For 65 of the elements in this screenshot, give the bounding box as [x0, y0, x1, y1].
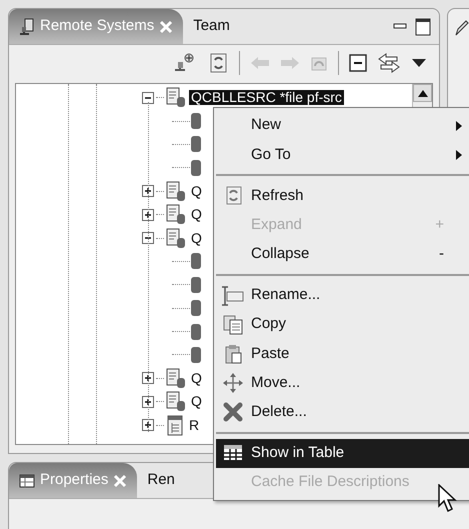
member-icon [190, 251, 202, 272]
close-icon[interactable] [159, 20, 174, 34]
member-icon [190, 158, 202, 178]
view-menu-icon[interactable] [411, 58, 427, 68]
remote-systems-icon [19, 18, 35, 36]
delete-icon [223, 402, 243, 422]
tree-item-label[interactable]: Q [189, 230, 204, 246]
collapse-toggle-icon[interactable] [142, 232, 154, 244]
source-file-icon [166, 368, 186, 389]
tree-item-label[interactable]: Q [189, 207, 204, 222]
menu-item[interactable]: Show in Table [216, 438, 469, 468]
close-icon[interactable] [113, 474, 128, 488]
link-arrows-icon[interactable] [377, 52, 401, 74]
menu-item[interactable]: Refresh [216, 181, 469, 211]
expand-toggle-icon[interactable] [142, 372, 154, 384]
minimize-icon[interactable] [393, 22, 407, 30]
menu-item[interactable]: Go To [216, 140, 469, 170]
plus-icon [144, 187, 152, 196]
source-file-icon [166, 180, 186, 202]
shortcut-text: + [435, 214, 445, 235]
member-icon [190, 111, 202, 132]
menu-item[interactable]: Rename... [216, 280, 469, 310]
scroll-up-icon[interactable] [418, 90, 428, 96]
menu-item[interactable]: Paste [216, 339, 469, 368]
pencil-icon [454, 19, 469, 37]
collapse-toggle-icon[interactable] [142, 92, 154, 104]
move-icon [223, 373, 243, 394]
member-icon [190, 322, 202, 342]
shortcut-text: - [439, 244, 445, 264]
plus-icon [144, 210, 152, 219]
tree-item-label[interactable]: R [187, 418, 202, 433]
view-tab[interactable]: Ren [137, 463, 185, 498]
copy-icon [223, 314, 243, 335]
tree-item-label[interactable]: Q [189, 394, 204, 410]
paste-icon [223, 344, 243, 364]
tree-item-label[interactable]: Q [189, 370, 204, 386]
maximize-icon[interactable] [415, 18, 431, 36]
source-file-icon [166, 87, 186, 108]
expand-toggle-icon[interactable] [142, 208, 154, 221]
menu-item[interactable]: Collapse - [216, 240, 469, 269]
tree-item-label[interactable]: QCBLLESRC *file pf-src [189, 90, 344, 106]
menu-item[interactable]: Delete... [216, 398, 469, 427]
member-icon [190, 134, 202, 154]
menu-item[interactable]: Move... [216, 368, 469, 398]
plus-icon [144, 421, 152, 430]
member-icon [190, 344, 202, 365]
data-file-icon [166, 414, 184, 436]
menu-item[interactable]: New [216, 111, 469, 140]
source-file-icon [166, 228, 186, 249]
collapse-all-icon[interactable] [349, 54, 367, 72]
view-tab[interactable]: Team [183, 9, 240, 44]
source-file-icon [166, 204, 186, 226]
tree-item-label[interactable]: Q [189, 184, 204, 199]
plus-icon [144, 398, 152, 406]
properties-icon [19, 474, 35, 488]
member-icon [190, 274, 202, 295]
expand-toggle-icon[interactable] [142, 419, 154, 432]
plus-icon [144, 374, 152, 382]
menu-item[interactable]: Copy [216, 310, 469, 340]
mouse-pointer-icon [438, 484, 460, 514]
rename-icon [221, 286, 245, 306]
member-icon [190, 298, 202, 318]
expand-toggle-icon[interactable] [142, 396, 154, 408]
expand-toggle-icon[interactable] [142, 185, 154, 198]
source-file-icon [166, 391, 186, 412]
